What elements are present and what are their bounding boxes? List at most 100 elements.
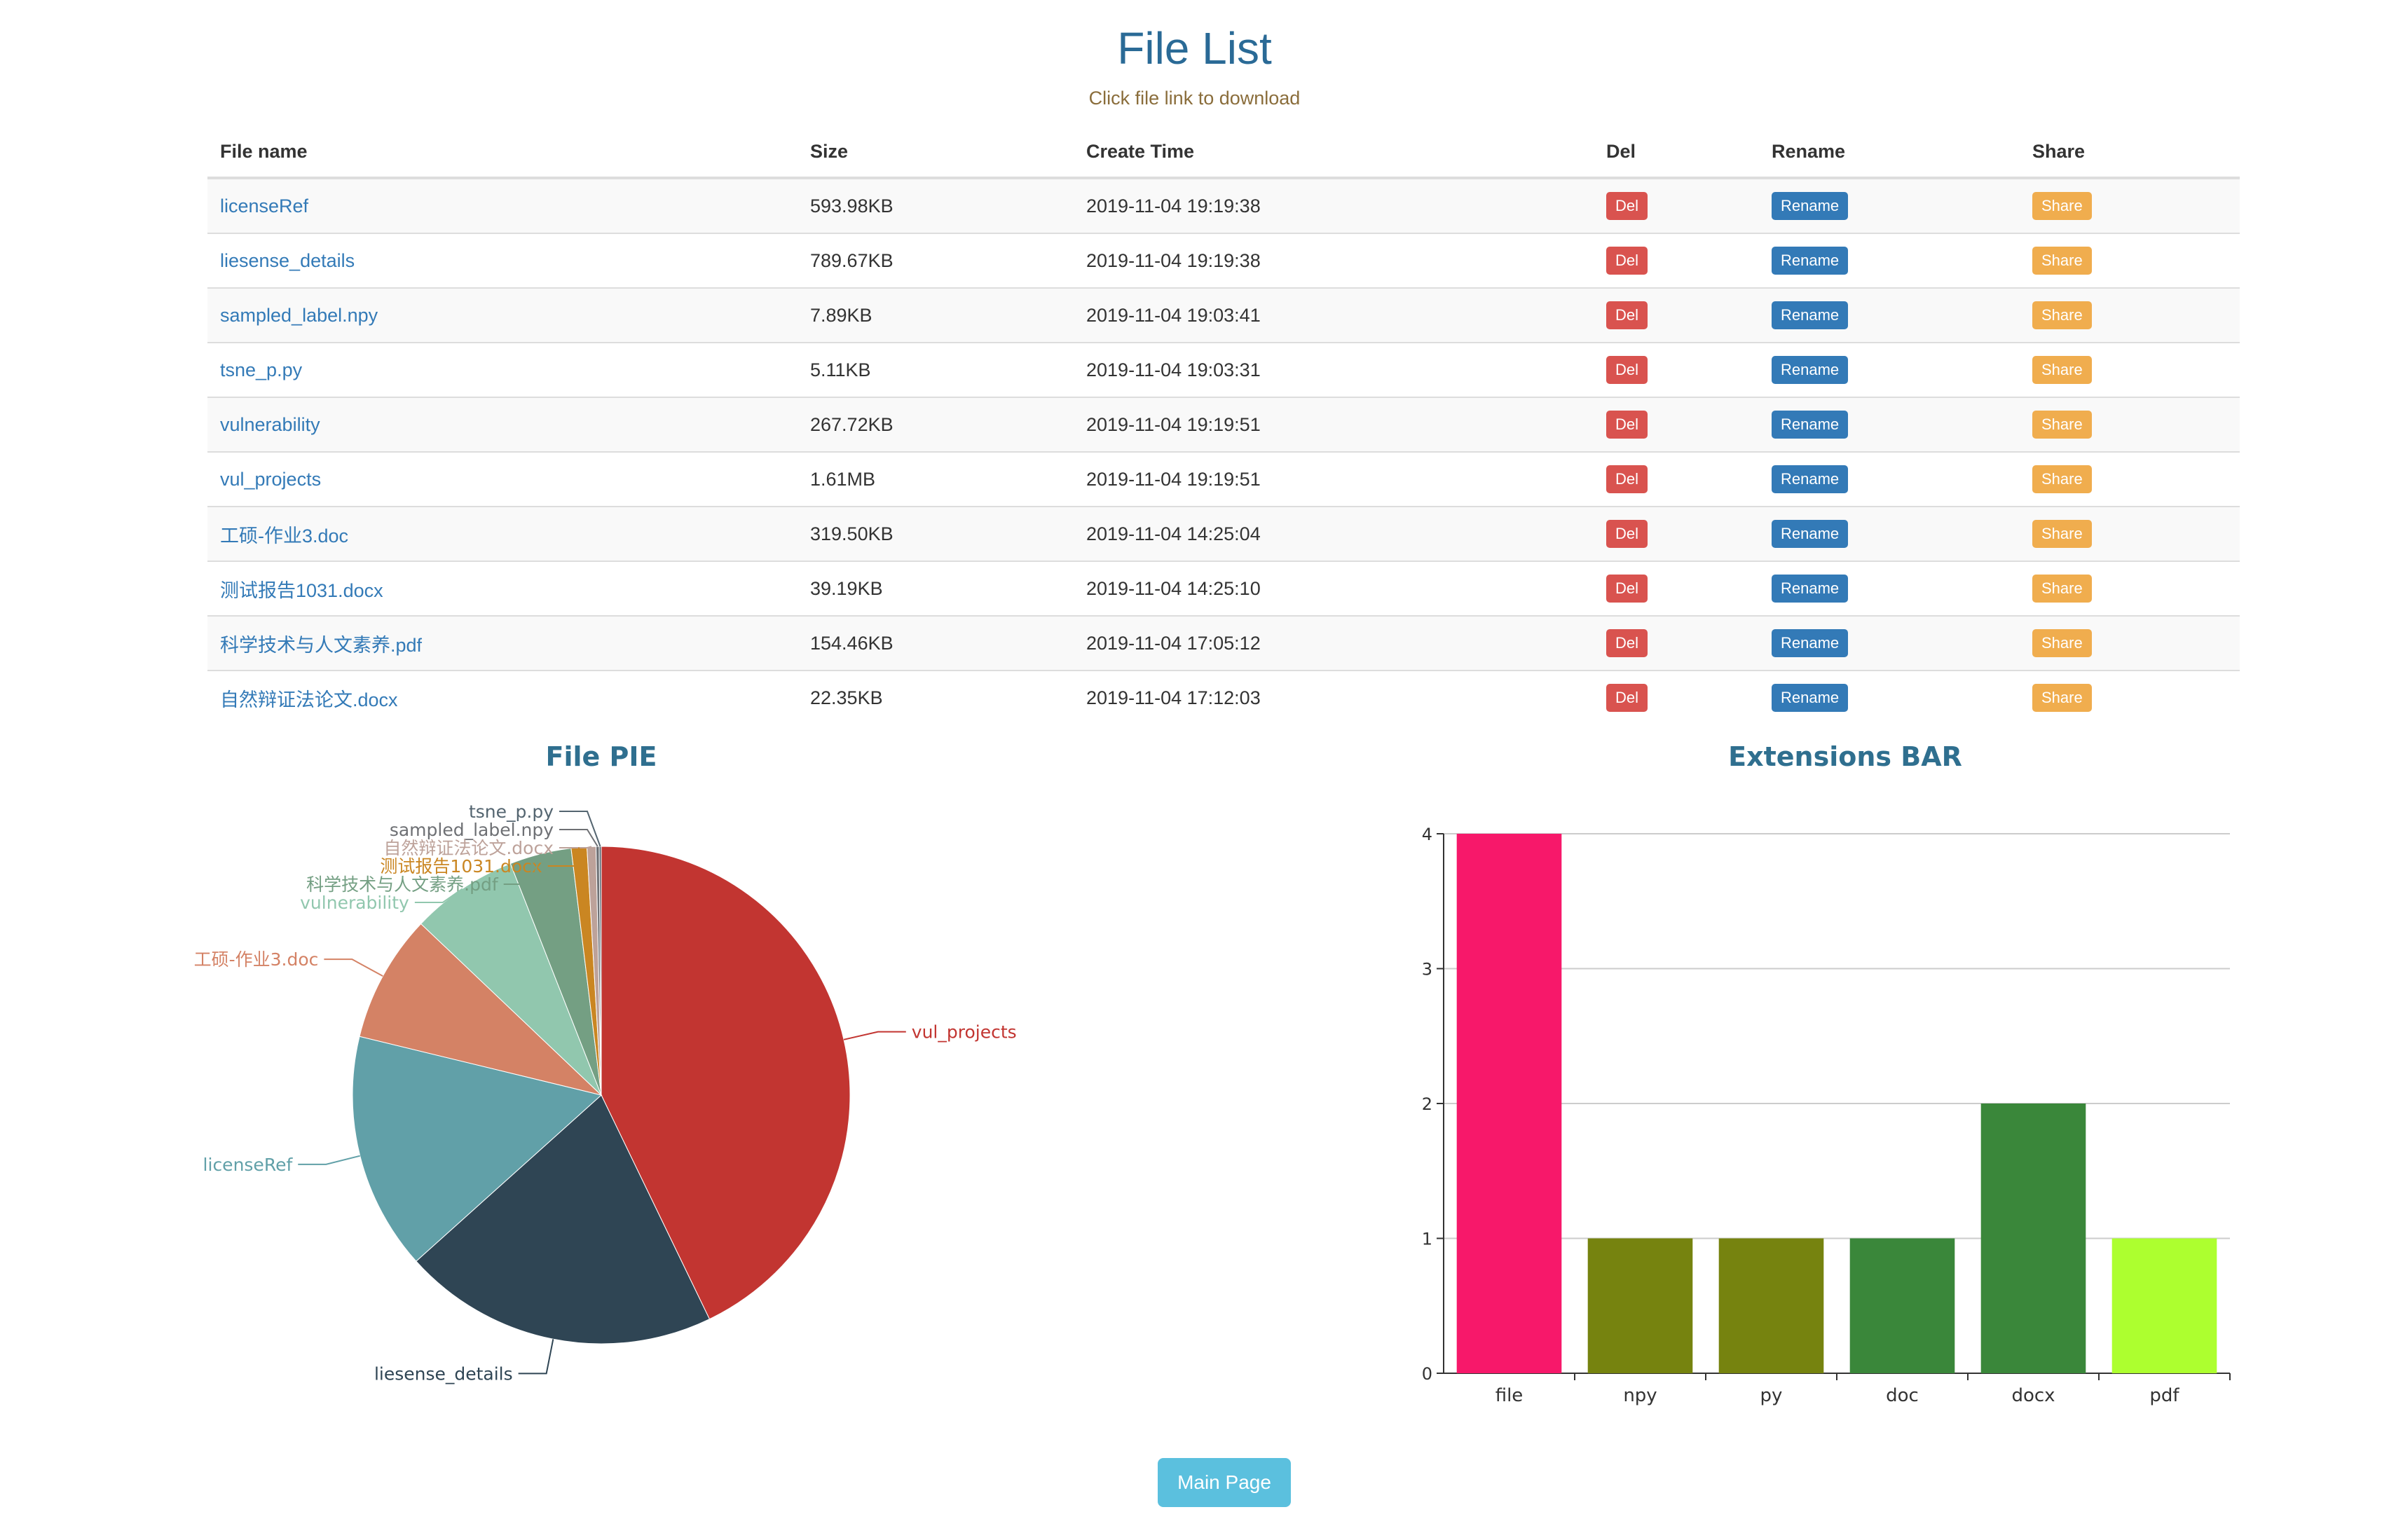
share-button[interactable]: Share — [2032, 192, 2092, 220]
file-download-link[interactable]: licenseRef — [220, 195, 308, 216]
pie-slice-label: sampled_label.npy — [390, 820, 554, 840]
share-button[interactable]: Share — [2032, 575, 2092, 603]
table-row: vulnerability 267.72KB 2019-11-04 19:19:51… — [207, 397, 2240, 452]
pie-slice-label: tsne_p.py — [469, 802, 554, 822]
file-download-link[interactable]: liesense_details — [220, 250, 355, 271]
rename-cell: Rename — [1759, 670, 2020, 724]
file-download-link[interactable]: 测试报告1031.docx — [220, 580, 383, 601]
share-cell: Share — [2020, 451, 2240, 507]
file-download-link[interactable]: vul_projects — [220, 469, 321, 490]
table-row: licenseRef 593.98KB 2019-11-04 19:19:38 Del… — [207, 177, 2240, 233]
rename-button[interactable]: Rename — [1772, 629, 1849, 657]
pie-slice-label: 科学技术与人文素养.pdf — [306, 874, 499, 895]
pie-slice-label: vul_projects — [912, 1022, 1017, 1043]
table-row: sampled_label.npy 7.89KB 2019-11-04 19:03:… — [207, 287, 2240, 343]
rename-cell: Rename — [1759, 506, 2020, 561]
pie-label-line — [518, 1339, 554, 1375]
del-button[interactable]: Del — [1606, 411, 1648, 439]
rename-button[interactable]: Rename — [1772, 684, 1849, 712]
rename-button[interactable]: Rename — [1772, 575, 1849, 603]
rename-button[interactable]: Rename — [1772, 411, 1849, 439]
del-button[interactable]: Del — [1606, 629, 1648, 657]
file-table: File name Size Create Time Del Rename Sh… — [207, 126, 2240, 724]
table-row: liesense_details 789.67KB 2019-11-04 19:19… — [207, 233, 2240, 288]
del-button[interactable]: Del — [1606, 301, 1648, 329]
share-button[interactable]: Share — [2032, 465, 2092, 493]
share-button[interactable]: Share — [2032, 629, 2092, 657]
share-button[interactable]: Share — [2032, 411, 2092, 439]
page-subtitle: Click file link to download — [1088, 88, 1301, 109]
del-cell: Del — [1594, 177, 1759, 233]
page-title: File List — [1117, 23, 1272, 74]
rename-cell: Rename — [1759, 451, 2020, 507]
bar-doc — [1849, 1238, 1955, 1373]
bar-x-tick-label: doc — [1886, 1385, 1919, 1406]
column-header-rename: Rename — [1759, 126, 2020, 179]
bar-y-tick-label: 2 — [1422, 1094, 1432, 1114]
file-download-link[interactable]: 自然辩证法论文.docx — [220, 689, 398, 710]
rename-button[interactable]: Rename — [1772, 192, 1849, 220]
del-button[interactable]: Del — [1606, 520, 1648, 548]
file-name-cell: vul_projects — [207, 451, 798, 507]
rename-button[interactable]: Rename — [1772, 356, 1849, 384]
bar-y-tick-label: 4 — [1422, 825, 1432, 844]
del-button[interactable]: Del — [1606, 247, 1648, 275]
share-cell: Share — [2020, 233, 2240, 288]
del-button[interactable]: Del — [1606, 684, 1648, 712]
column-header-create-time: Create Time — [1074, 126, 1594, 179]
file-size-cell: 593.98KB — [798, 177, 1074, 233]
pie-label-line — [559, 829, 598, 847]
table-row: tsne_p.py 5.11KB 2019-11-04 19:03:31 Del Ren… — [207, 342, 2240, 397]
file-name-cell: vulnerability — [207, 397, 798, 452]
pie-label-line — [324, 958, 383, 977]
rename-button[interactable]: Rename — [1772, 465, 1849, 493]
bar-y-tick-label: 0 — [1422, 1364, 1432, 1384]
del-button[interactable]: Del — [1606, 575, 1648, 603]
share-cell: Share — [2020, 506, 2240, 561]
share-button[interactable]: Share — [2032, 356, 2092, 384]
table-row: 科学技术与人文素养.pdf 154.46KB 2019-11-04 17:05:12… — [207, 615, 2240, 671]
rename-cell: Rename — [1759, 287, 2020, 343]
pie-slice-label: vulnerability — [300, 893, 409, 913]
table-row: 自然辩证法论文.docx 22.35KB 2019-11-04 17:12:03 De… — [207, 670, 2240, 724]
table-row: 测试报告1031.docx 39.19KB 2019-11-04 14:25:10 D… — [207, 561, 2240, 616]
file-list-page: File List Click file link to download Fi… — [0, 0, 2389, 1540]
bar-pdf — [2111, 1238, 2217, 1373]
main-page-button[interactable]: Main Page — [1158, 1458, 1291, 1507]
del-button[interactable]: Del — [1606, 356, 1648, 384]
pie-slice-label: 测试报告1031.docx — [380, 856, 542, 876]
file-name-cell: tsne_p.py — [207, 342, 798, 397]
share-button[interactable]: Share — [2032, 684, 2092, 712]
share-button[interactable]: Share — [2032, 247, 2092, 275]
file-download-link[interactable]: 工硕-作业3.doc — [220, 525, 348, 546]
pie-slice-label: 工硕-作业3.doc — [194, 949, 319, 970]
bar-x-tick-label: docx — [2011, 1385, 2055, 1406]
file-download-link[interactable]: sampled_label.npy — [220, 305, 378, 326]
pie-label-line — [843, 1031, 906, 1040]
del-button[interactable]: Del — [1606, 465, 1648, 493]
create-time-cell: 2019-11-04 19:19:38 — [1074, 233, 1594, 288]
share-button[interactable]: Share — [2032, 520, 2092, 548]
share-button[interactable]: Share — [2032, 301, 2092, 329]
del-button[interactable]: Del — [1606, 192, 1648, 220]
file-download-link[interactable]: 科学技术与人文素养.pdf — [220, 635, 422, 656]
bar-x-tick-label: py — [1760, 1385, 1783, 1406]
del-cell: Del — [1594, 670, 1759, 724]
column-header-size: Size — [798, 126, 1074, 179]
create-time-cell: 2019-11-04 14:25:10 — [1074, 561, 1594, 616]
pie-chart-title: File PIE — [546, 741, 657, 772]
bar-py — [1718, 1238, 1824, 1373]
create-time-cell: 2019-11-04 17:12:03 — [1074, 670, 1594, 724]
table-header-row: File name Size Create Time Del Rename Sh… — [207, 126, 2240, 179]
file-download-link[interactable]: vulnerability — [220, 414, 320, 435]
file-size-cell: 7.89KB — [798, 287, 1074, 343]
rename-button[interactable]: Rename — [1772, 520, 1849, 548]
file-download-link[interactable]: tsne_p.py — [220, 359, 302, 380]
rename-button[interactable]: Rename — [1772, 301, 1849, 329]
file-name-cell: sampled_label.npy — [207, 287, 798, 343]
rename-cell: Rename — [1759, 397, 2020, 452]
pie-slice-label: licenseRef — [203, 1155, 294, 1175]
bar-x-tick-label: file — [1495, 1385, 1524, 1406]
file-size-cell: 39.19KB — [798, 561, 1074, 616]
rename-button[interactable]: Rename — [1772, 247, 1849, 275]
